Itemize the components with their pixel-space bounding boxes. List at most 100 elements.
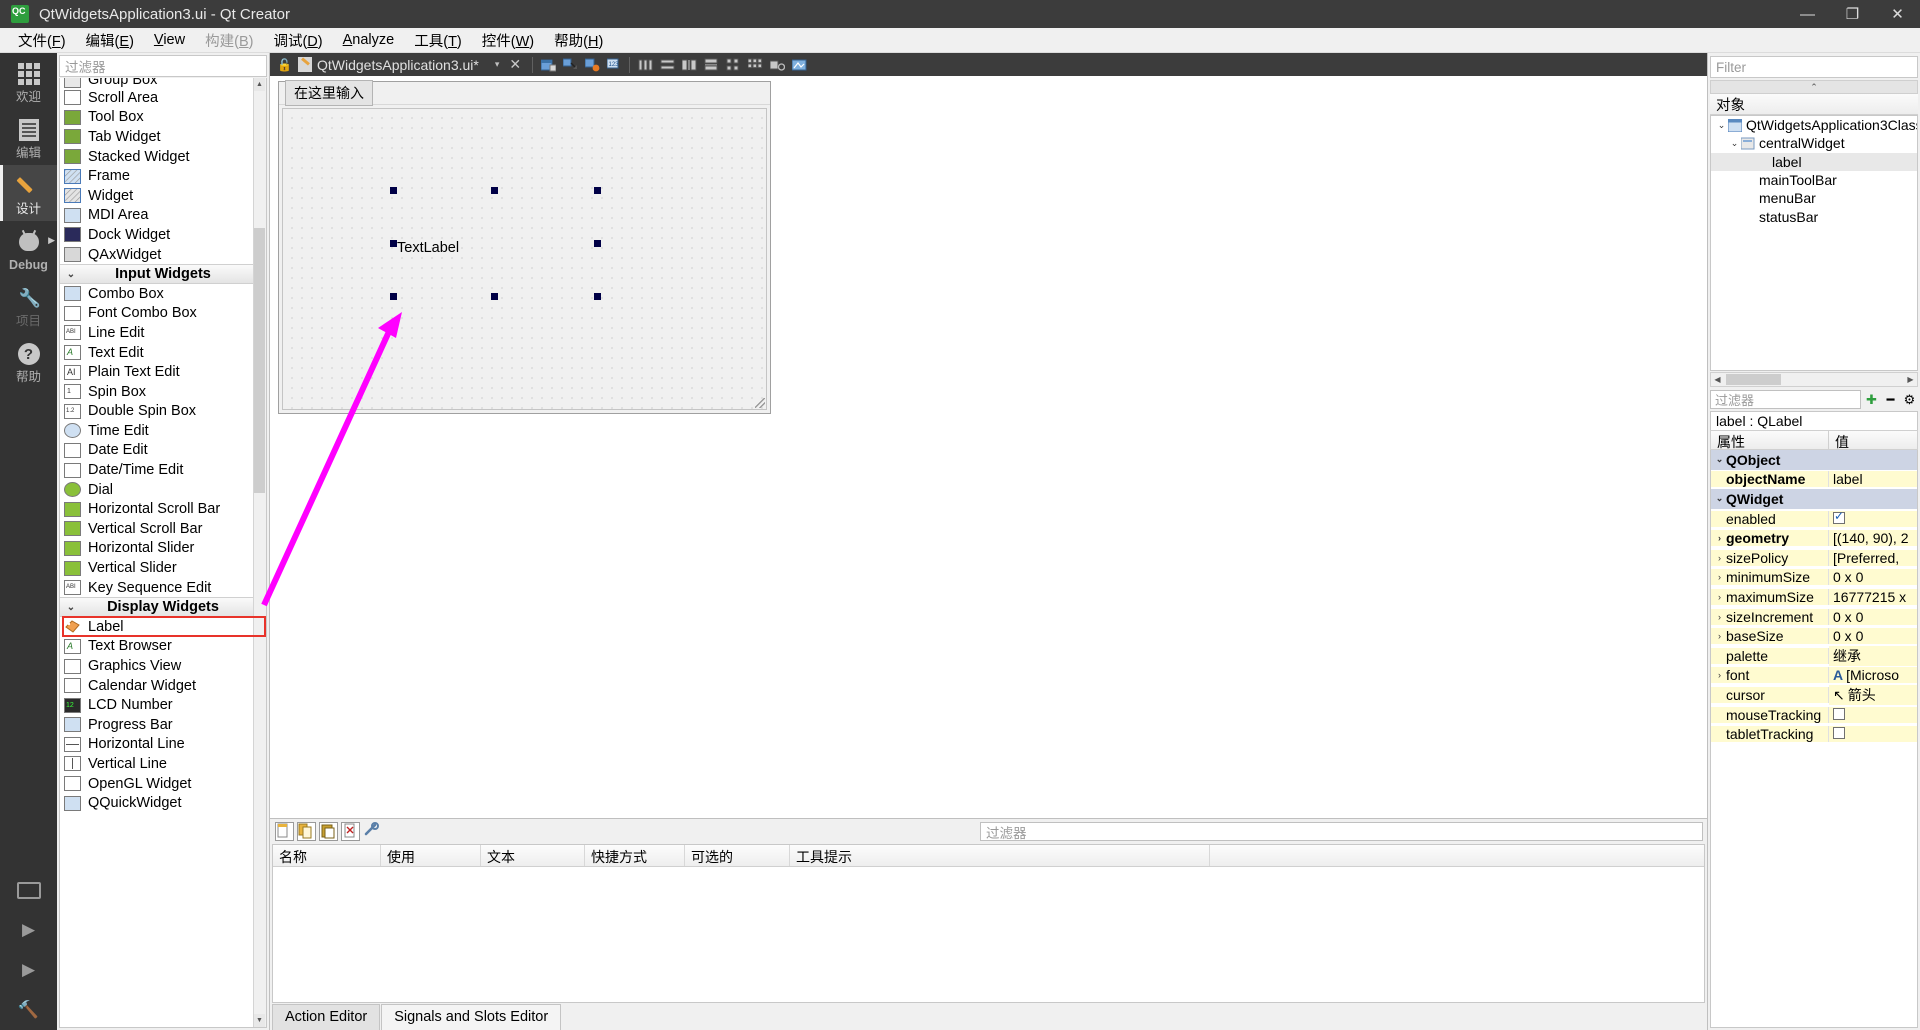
widget-category-input-widgets[interactable]: ⌄ Input Widgets	[60, 264, 266, 284]
edit-signals-slots-icon[interactable]	[560, 55, 580, 74]
collapse-icon[interactable]: ⌃	[1710, 80, 1918, 94]
activity-item-design[interactable]: 设计	[0, 165, 57, 221]
selection-handle-top-left[interactable]	[390, 187, 397, 194]
activity-item-help[interactable]: ? 帮助	[0, 333, 57, 389]
menu-2[interactable]: View	[144, 30, 195, 50]
property-value-cell[interactable]: 16777215 x	[1829, 588, 1917, 605]
break-layout-icon[interactable]	[767, 55, 787, 74]
bottom-tab-signals-and-slots-editor[interactable]: Signals and Slots Editor	[381, 1004, 562, 1030]
scroll-right-icon[interactable]: ▶	[1904, 375, 1917, 384]
configure-property-icon[interactable]: ⚙	[1901, 391, 1918, 409]
widget-item-spin-box[interactable]: 1 Spin Box	[60, 382, 266, 402]
action-column-0[interactable]: 名称	[273, 845, 381, 866]
chevron-icon[interactable]: ›	[1713, 553, 1726, 563]
run-icon[interactable]: ▶	[0, 910, 57, 950]
chevron-icon[interactable]: ›	[1713, 533, 1726, 543]
layout-splitter-h-icon[interactable]	[679, 55, 699, 74]
widget-item-font-combo-box[interactable]: Font Combo Box	[60, 304, 266, 324]
property-row-sizePolicy[interactable]: › sizePolicy [Preferred,	[1711, 548, 1917, 568]
form-text-label[interactable]: TextLabel	[397, 240, 459, 256]
widget-item-horizontal-slider[interactable]: Horizontal Slider	[60, 539, 266, 559]
property-value-cell[interactable]: [Preferred,	[1829, 549, 1917, 566]
object-tree-item-QtWidgetsApplication3Class[interactable]: ⌄ QtWidgetsApplication3Class	[1711, 116, 1917, 134]
action-editor-filter-input[interactable]: 过滤器	[980, 822, 1703, 841]
widget-item-mdi-area[interactable]: MDI Area	[60, 206, 266, 226]
property-row-baseSize[interactable]: › baseSize 0 x 0	[1711, 626, 1917, 646]
menu-4[interactable]: 调试(D)	[263, 28, 332, 53]
widget-item-group-box[interactable]: Group Box	[60, 78, 266, 88]
hscrollbar-thumb[interactable]	[1726, 374, 1781, 385]
widget-box-filter-input[interactable]: 过滤器	[59, 55, 267, 77]
widget-item-widget[interactable]: Widget	[60, 186, 266, 206]
open-document-selector[interactable]: QtWidgetsApplication3.ui*	[298, 57, 479, 73]
minimize-button[interactable]: —	[1785, 0, 1830, 28]
widget-item-combo-box[interactable]: Combo Box	[60, 284, 266, 304]
widget-item-time-edit[interactable]: Time Edit	[60, 421, 266, 441]
checkbox-tabletTracking[interactable]	[1833, 727, 1845, 740]
widget-item-qquickwidget[interactable]: QQuickWidget	[60, 793, 266, 813]
menu-0[interactable]: 文件(F)	[8, 28, 76, 53]
property-row-QObject[interactable]: ⌄ QObject	[1711, 450, 1917, 470]
form-designer-canvas[interactable]: 在这里输入 TextLabel	[270, 76, 1707, 818]
property-row-palette[interactable]: palette 继承	[1711, 645, 1917, 666]
selection-handle-top-center[interactable]	[491, 187, 498, 194]
property-row-objectName[interactable]: objectName label	[1711, 470, 1917, 490]
widget-item-opengl-widget[interactable]: OpenGL Widget	[60, 774, 266, 794]
property-value-cell[interactable]: 继承	[1829, 645, 1917, 666]
property-value-cell[interactable]: A [Microso	[1829, 667, 1917, 684]
paste-action-icon[interactable]	[319, 822, 338, 841]
checkbox-mouseTracking[interactable]	[1833, 707, 1845, 720]
object-tree-item-mainToolBar[interactable]: mainToolBar	[1711, 171, 1917, 189]
object-tree-item-centralWidget[interactable]: ⌄ centralWidget	[1711, 134, 1917, 152]
adjust-size-icon[interactable]	[789, 55, 809, 74]
widget-item-qaxwidget[interactable]: QAxWidget	[60, 245, 266, 265]
bottom-tab-action-editor[interactable]: Action Editor	[272, 1004, 381, 1030]
chevron-icon[interactable]: ›	[1713, 670, 1726, 680]
property-value-cell[interactable]	[1829, 510, 1917, 527]
property-value-cell[interactable]: 0 x 0	[1829, 608, 1917, 625]
widget-item-scroll-area[interactable]: Scroll Area	[60, 88, 266, 108]
maximize-button[interactable]: ❐	[1830, 0, 1875, 28]
property-row-geometry[interactable]: › geometry [(140, 90), 2	[1711, 528, 1917, 548]
action-column-5[interactable]: 工具提示	[790, 845, 1210, 866]
property-row-sizeIncrement[interactable]: › sizeIncrement 0 x 0	[1711, 607, 1917, 627]
chevron-down-icon[interactable]: ⌄	[1715, 120, 1728, 131]
edit-buddies-icon[interactable]	[582, 55, 602, 74]
property-row-QWidget[interactable]: ⌄ QWidget	[1711, 489, 1917, 509]
chevron-down-icon[interactable]: ⌄	[1728, 138, 1741, 149]
object-filter-input[interactable]: Filter	[1710, 56, 1918, 78]
widget-item-key-sequence-edit[interactable]: ABI Key Sequence Edit	[60, 578, 266, 598]
copy-action-icon[interactable]	[297, 822, 316, 841]
property-row-enabled[interactable]: enabled	[1711, 509, 1917, 529]
widget-item-vertical-slider[interactable]: Vertical Slider	[60, 558, 266, 578]
widget-item-date-time-edit[interactable]: Date/Time Edit	[60, 460, 266, 480]
lock-icon[interactable]: 🔓	[276, 56, 293, 73]
widget-item-line-edit[interactable]: ABI Line Edit	[60, 323, 266, 343]
menu-5[interactable]: Analyze	[333, 30, 405, 50]
widget-item-vertical-line[interactable]: Vertical Line	[60, 754, 266, 774]
layout-horizontal-icon[interactable]	[635, 55, 655, 74]
widget-item-progress-bar[interactable]: Progress Bar	[60, 715, 266, 735]
action-column-2[interactable]: 文本	[481, 845, 585, 866]
monitor-icon[interactable]	[0, 870, 57, 910]
widget-item-frame[interactable]: Frame	[60, 166, 266, 186]
object-tree-item-menuBar[interactable]: menuBar	[1711, 189, 1917, 207]
selection-handle-bottom-center[interactable]	[491, 293, 498, 300]
selection-handle-bottom-left[interactable]	[390, 293, 397, 300]
widget-item-stacked-widget[interactable]: Stacked Widget	[60, 147, 266, 167]
form-central-widget[interactable]	[282, 108, 767, 410]
chevron-icon[interactable]: ›	[1713, 612, 1726, 622]
widget-item-calendar-widget[interactable]: Calendar Widget	[60, 676, 266, 696]
property-value-cell[interactable]: ↖ 箭头	[1829, 684, 1917, 705]
widget-item-double-spin-box[interactable]: 1.2 Double Spin Box	[60, 402, 266, 422]
add-property-icon[interactable]: ✚	[1863, 391, 1880, 409]
scrollbar-thumb[interactable]	[254, 228, 265, 493]
property-row-font[interactable]: › font A [Microso	[1711, 666, 1917, 686]
property-value-cell[interactable]: 0 x 0	[1829, 628, 1917, 645]
chevron-icon[interactable]: ›	[1713, 631, 1726, 641]
close-document-icon[interactable]: ✕	[509, 56, 521, 73]
property-value-cell[interactable]	[1829, 706, 1917, 723]
widget-item-text-edit[interactable]: A Text Edit	[60, 343, 266, 363]
widget-box-scrollbar[interactable]: ▲ ▼	[253, 78, 266, 1027]
object-tree-item-statusBar[interactable]: statusBar	[1711, 207, 1917, 225]
